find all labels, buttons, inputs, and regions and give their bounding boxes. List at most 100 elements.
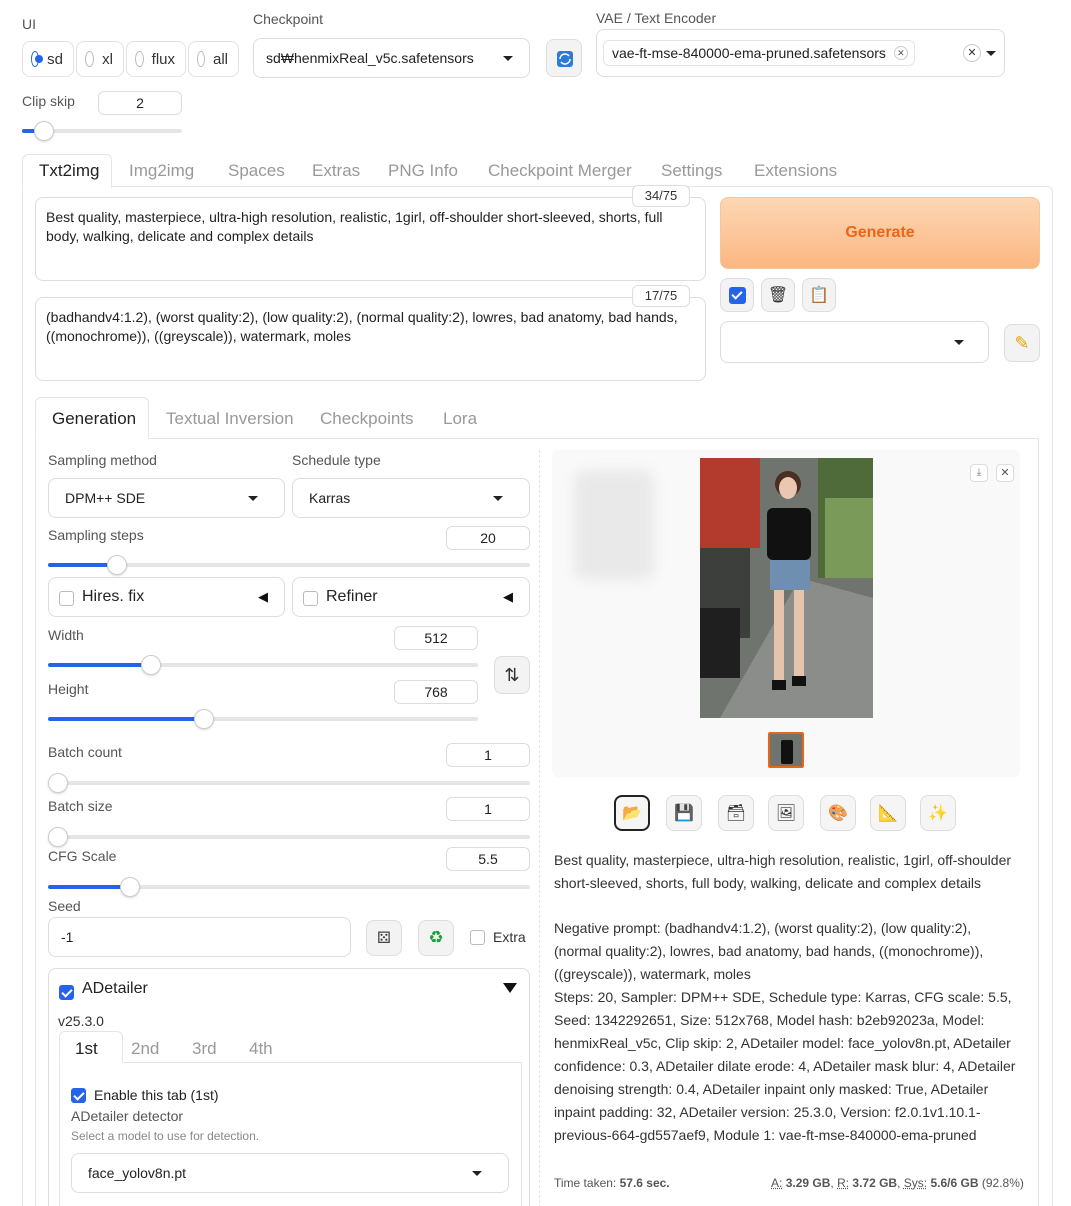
ui-radio-sd[interactable]: sd [22,41,74,77]
dice-icon: ⚄ [377,930,391,947]
save-button[interactable]: 💾 [666,795,702,831]
send-to-img2img-button[interactable]: 🖼 [768,795,804,831]
tab-spaces[interactable]: Spaces [228,161,285,181]
tab-png-info[interactable]: PNG Info [388,161,458,181]
ui-radio-flux[interactable]: flux [126,41,186,77]
height-input[interactable]: 768 [394,680,478,704]
subtab-generation[interactable]: Generation [52,409,136,429]
checkpoint-select[interactable]: sd₩henmixReal_v5c.safetensors [253,38,530,78]
send-to-extras-button[interactable]: 📐 [870,795,906,831]
download-icon[interactable]: ⤓ [970,464,988,482]
ui-radio-xl[interactable]: xl [76,41,124,77]
clipboard-icon: 📋 [809,287,829,304]
styles-select[interactable] [720,321,989,363]
vae-label: VAE / Text Encoder [596,10,717,26]
ui-label: UI [22,16,36,32]
send-to-inpaint-button[interactable]: 🎨 [820,795,856,831]
width-input[interactable]: 512 [394,626,478,650]
archive-icon: 🗃 [725,805,747,822]
height-label: Height [48,681,89,697]
swap-dimensions-button[interactable]: ⇅ [494,656,530,694]
tab-txt2img[interactable]: Txt2img [39,161,99,181]
slider-fill [48,663,151,667]
chevron-down-icon [954,340,964,345]
style-apply-button[interactable] [720,278,754,312]
sampling-steps-input[interactable]: 20 [446,526,530,550]
refresh-button[interactable] [546,39,582,77]
height-slider[interactable] [48,709,478,729]
detector-select[interactable]: face_yolov8n.pt [71,1153,509,1193]
clear-icon[interactable]: ✕ [963,44,981,62]
refiner-accordion[interactable]: Refiner ◀ [292,577,530,617]
floppy-disk-icon: 💾 [674,805,694,822]
tab-extras[interactable]: Extras [312,161,360,181]
slider-thumb[interactable] [107,555,127,575]
panel-divider [539,450,540,1206]
batch-size-slider[interactable] [48,827,530,847]
sampling-method-label: Sampling method [48,452,157,468]
slider-thumb[interactable] [48,773,68,793]
adetailer-tab-1st[interactable]: 1st [75,1039,98,1059]
blurred-thumbnail [574,470,654,580]
upscale-button[interactable]: ✨ [920,795,956,831]
vae-select[interactable]: vae-ft-mse-840000-ema-pruned.safetensors… [596,29,1005,77]
batch-count-slider[interactable] [48,773,530,793]
tab-settings[interactable]: Settings [661,161,722,181]
collapse-down-icon[interactable] [503,983,517,993]
sampling-method-select[interactable]: DPM++ SDE [48,478,285,518]
collapse-left-icon: ◀ [258,589,268,604]
paste-button[interactable]: 📋 [802,278,836,312]
adetailer-tab-3rd[interactable]: 3rd [192,1039,217,1059]
sampling-steps-slider[interactable] [48,555,530,575]
adetailer-tab-4th[interactable]: 4th [249,1039,273,1059]
close-icon[interactable]: ✕ [996,464,1014,482]
hires-fix-checkbox[interactable] [59,591,74,606]
cfg-scale-slider[interactable] [48,877,530,897]
hires-fix-accordion[interactable]: Hires. fix ◀ [48,577,285,617]
subtab-checkpoints[interactable]: Checkpoints [320,409,414,429]
edit-styles-button[interactable]: ✎ [1004,324,1040,362]
subtab-textual-inversion[interactable]: Textual Inversion [166,409,294,429]
clip-skip-input[interactable]: 2 [98,91,182,115]
width-label: Width [48,627,84,643]
slider-thumb[interactable] [120,877,140,897]
slider-thumb[interactable] [34,121,54,141]
schedule-type-select[interactable]: Karras [292,478,530,518]
tab-checkpoint-merger[interactable]: Checkpoint Merger [488,161,632,181]
tab-extensions[interactable]: Extensions [754,161,837,181]
width-slider[interactable] [48,655,478,675]
reuse-seed-button[interactable]: ♻ [418,920,454,956]
negative-prompt-input[interactable]: (badhandv4:1.2), (worst quality:2), (low… [35,297,706,381]
enable-tab-toggle[interactable]: Enable this tab (1st) [71,1087,219,1103]
adetailer-tab-2nd[interactable]: 2nd [131,1039,159,1059]
tab-img2img[interactable]: Img2img [129,161,194,181]
generation-info-negative: Negative prompt: (badhandv4:1.2), (worst… [554,920,984,982]
random-seed-button[interactable]: ⚄ [366,920,402,956]
ui-radio-all[interactable]: all [188,41,239,77]
adetailer-checkbox[interactable] [59,984,74,1000]
slider-thumb[interactable] [194,709,214,729]
checkbox-icon [728,286,746,304]
slider-thumb[interactable] [48,827,68,847]
batch-count-input[interactable]: 1 [446,743,530,767]
batch-size-input[interactable]: 1 [446,797,530,821]
open-folder-button[interactable]: 📂 [614,795,650,831]
radio-checked-icon [31,51,44,67]
clear-prompt-button[interactable]: 🗑 [761,278,795,312]
slider-thumb[interactable] [141,655,161,675]
subtab-lora[interactable]: Lora [443,409,477,429]
extra-seed-toggle[interactable]: Extra [470,929,526,945]
enable-tab-checkbox[interactable] [71,1087,86,1103]
generated-image[interactable] [700,458,873,718]
refiner-checkbox[interactable] [303,591,318,606]
clip-skip-slider[interactable] [22,121,182,141]
positive-prompt-input[interactable]: Best quality, masterpiece, ultra-high re… [35,197,706,281]
extra-checkbox[interactable] [470,929,485,945]
gallery-thumbnail[interactable] [768,732,804,768]
generate-button[interactable]: Generate [720,197,1040,269]
seed-input[interactable]: -1 [48,917,351,957]
remove-chip-icon[interactable]: ✕ [893,46,908,60]
hires-fix-label: Hires. fix [82,588,145,605]
zip-button[interactable]: 🗃 [718,795,754,831]
cfg-scale-input[interactable]: 5.5 [446,847,530,871]
